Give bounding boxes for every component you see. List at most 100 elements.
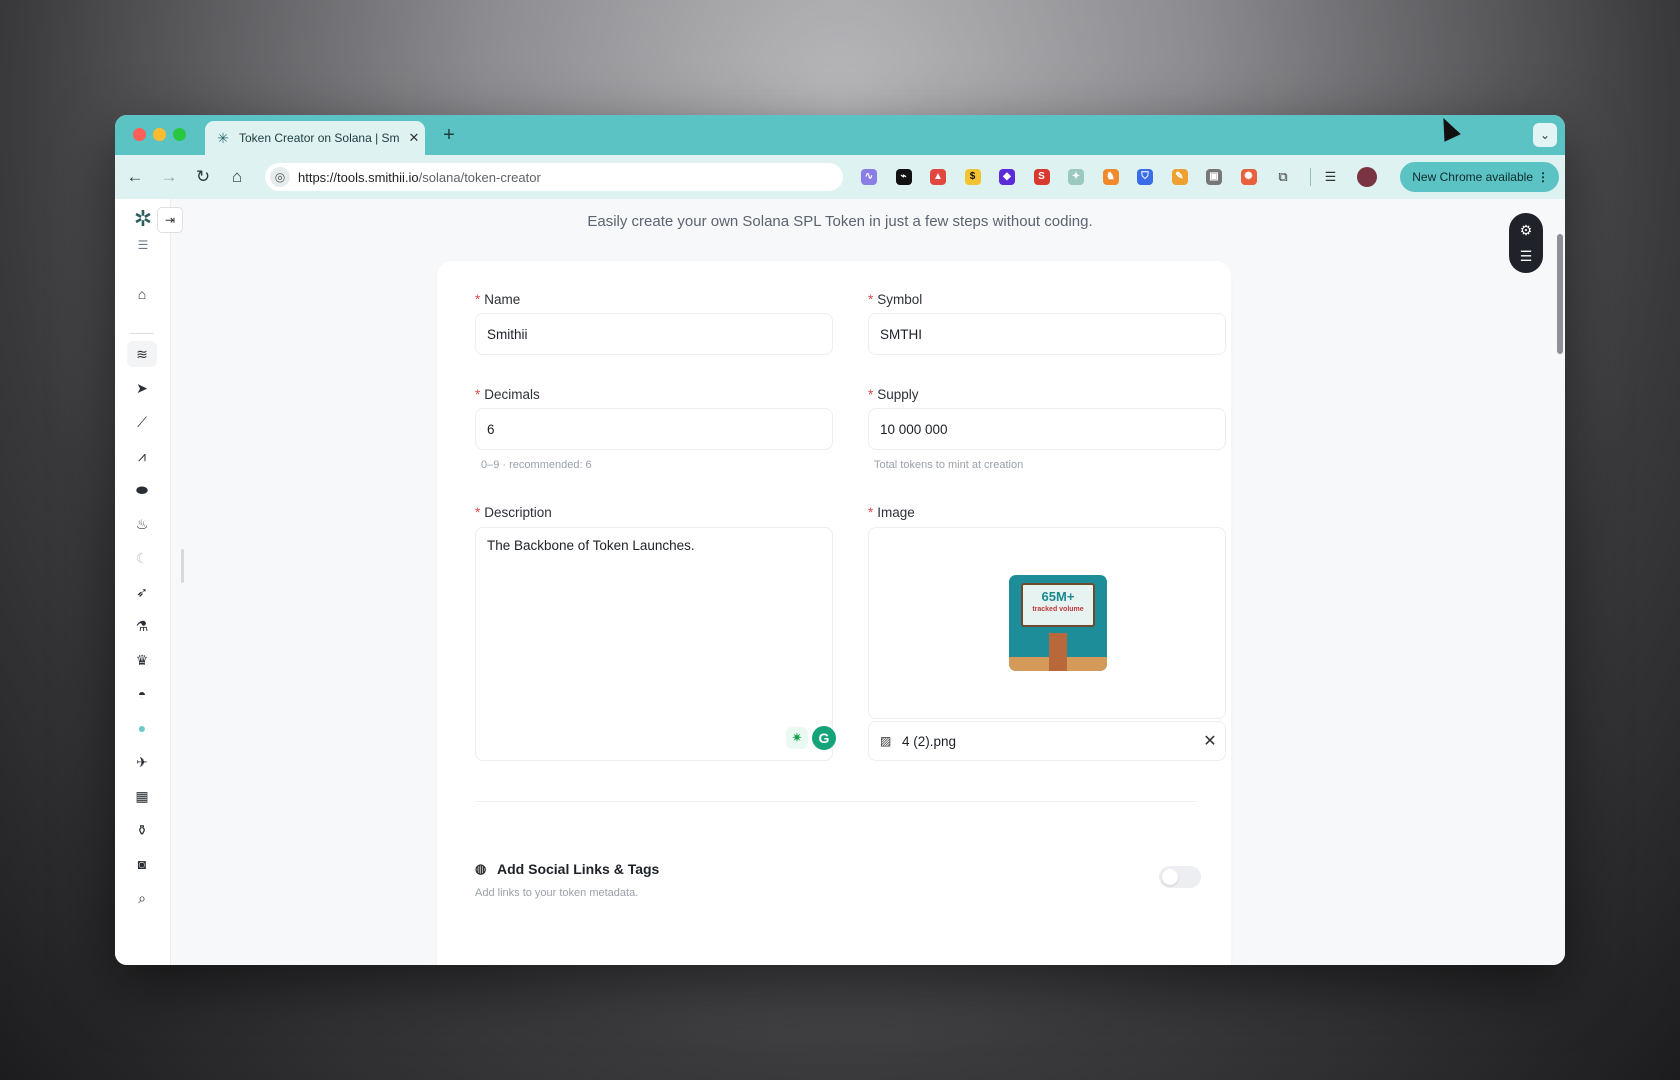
ext-shield-icon[interactable]: ⛉	[1133, 165, 1157, 189]
site-info-icon[interactable]: ◎	[270, 167, 290, 187]
image-dropzone[interactable]: 65M+ tracked volume	[868, 527, 1226, 719]
symbol-input[interactable]: SMTHI	[868, 313, 1226, 355]
ext-burst-icon[interactable]: ✺	[1237, 165, 1261, 189]
app-sidebar: ✲ ☰ ⌂ ≋ ➤ ⟋ ⩘ ⬬ ♨ ☾ ➶ ⚗ ♛ ◓ ● ✈ ▦ ⚱ ◙ ⌕	[115, 199, 171, 965]
extensions-puzzle-icon[interactable]: ⧉	[1271, 165, 1295, 189]
globe-icon: ◍	[475, 861, 487, 876]
forward-arrow-icon[interactable]: →	[157, 165, 181, 189]
tab-search-chevron-icon[interactable]: ⌄	[1533, 123, 1557, 147]
ext-box-icon[interactable]: ▣	[1202, 165, 1226, 189]
toolbar-divider	[1309, 168, 1311, 186]
description-textarea[interactable]: The Backbone of Token Launches. ✷ G	[475, 527, 836, 761]
reading-list-icon[interactable]: ☰	[1319, 165, 1343, 189]
sidebar-pill-icon[interactable]: ⬬	[127, 477, 157, 503]
uploaded-file-row: ▨ 4 (2).png ✕	[868, 721, 1226, 761]
sidebar-rocket-icon[interactable]: ➶	[127, 579, 157, 605]
social-links-title: ◍ Add Social Links & Tags	[475, 861, 659, 877]
description-label: * Description	[475, 505, 552, 520]
token-form-card: * Name Smithii * Symbol SMTHI * Decimals 6 …	[437, 261, 1231, 965]
supply-input[interactable]: 10 000 000	[868, 408, 1226, 450]
minimize-window-button[interactable]	[153, 128, 166, 141]
decimals-label: * Decimals	[475, 387, 540, 402]
required-mark: *	[475, 292, 481, 307]
social-links-title-text: Add Social Links & Tags	[497, 861, 660, 877]
grammarly-widget[interactable]: ✷ G	[786, 724, 840, 752]
social-links-toggle[interactable]	[1159, 866, 1201, 888]
description-text: The Backbone of Token Launches.	[487, 538, 695, 553]
sidebar-crown-icon[interactable]: ♛	[127, 647, 157, 673]
sidebar-calendar-icon[interactable]: ▦	[127, 783, 157, 809]
tab-strip: ✳ Token Creator on Solana | Sm ✕ + ⌄	[115, 115, 1565, 155]
sidebar-moon-icon[interactable]: ☾	[127, 545, 157, 571]
sidebar-send-icon[interactable]: ➤	[127, 375, 157, 401]
ext-pen-icon[interactable]: ✎	[1168, 165, 1192, 189]
address-bar[interactable]: ◎ https://tools.smithii.io/solana/token-…	[265, 163, 843, 191]
supply-label-text: Supply	[877, 387, 919, 402]
supply-label: * Supply	[868, 387, 919, 402]
page-scrollbar[interactable]	[1555, 199, 1565, 965]
symbol-label-text: Symbol	[877, 292, 923, 307]
grammarly-icon[interactable]: G	[812, 726, 836, 750]
extensions-bar: ∿ ⌁ ▲ $ ◆ S ✦ ♞ ⛉ ✎ ▣ ✺ ⧉ ☰	[857, 165, 1377, 189]
ext-diamond-icon[interactable]: ◆	[995, 165, 1019, 189]
sidebar-resize-handle[interactable]	[181, 549, 184, 583]
new-tab-button[interactable]: +	[437, 123, 461, 147]
sidebar-rocket-launch-icon[interactable]: ✈	[127, 749, 157, 775]
ext-fox-icon[interactable]: ♞	[1099, 165, 1123, 189]
decimals-label-text: Decimals	[484, 387, 540, 402]
update-label: New Chrome available	[1412, 170, 1533, 184]
required-mark: *	[868, 387, 874, 402]
social-links-subtitle: Add links to your token metadata.	[475, 887, 639, 899]
ext-dollar-icon[interactable]: $	[961, 165, 985, 189]
image-label-text: Image	[877, 505, 915, 520]
list-menu-icon[interactable]: ☰	[1509, 244, 1543, 268]
browser-toolbar: ← → ↻ ⌂ ◎ https://tools.smithii.io/solan…	[115, 155, 1565, 199]
smithii-logo-icon[interactable]: ✲	[129, 205, 157, 233]
sidebar-database-icon[interactable]: ≋	[127, 341, 157, 367]
required-mark: *	[475, 505, 481, 520]
sidebar-divider	[130, 333, 154, 334]
sidebar-camera-icon[interactable]: ◙	[127, 851, 157, 877]
tab-token-creator[interactable]: ✳ Token Creator on Solana | Sm ✕	[205, 121, 425, 155]
sidebar-flask-icon[interactable]: ⚗	[127, 613, 157, 639]
ext-puzzle-color-icon[interactable]: ✦	[1064, 165, 1088, 189]
sidebar-chart-area-icon[interactable]: ⩘	[127, 443, 157, 469]
sidebar-bottle-icon[interactable]: ⚱	[127, 817, 157, 843]
name-label-text: Name	[484, 292, 521, 307]
toggle-knob	[1162, 869, 1178, 885]
scrollbar-thumb[interactable]	[1557, 234, 1563, 354]
zoom-window-button[interactable]	[173, 128, 186, 141]
back-arrow-icon[interactable]: ←	[123, 165, 147, 189]
close-window-button[interactable]	[133, 128, 146, 141]
new-chrome-available-button[interactable]: New Chrome available ⋮	[1400, 162, 1559, 192]
reload-icon[interactable]: ↻	[191, 165, 215, 189]
uploaded-file-name: 4 (2).png	[902, 733, 957, 749]
ext-square-icon[interactable]: ⌁	[892, 165, 916, 189]
page-subtitle: Easily create your own Solana SPL Token …	[587, 213, 1093, 230]
required-mark: *	[475, 387, 481, 402]
lightbulb-icon[interactable]: ✷	[786, 727, 808, 749]
sidebar-search-icon[interactable]: ⌕	[127, 885, 157, 911]
sidebar-fire-icon[interactable]: ♨	[127, 511, 157, 537]
required-mark: *	[868, 505, 874, 520]
thumbnail-headline: 65M+	[1041, 589, 1075, 604]
menu-lines-icon[interactable]: ☰	[135, 237, 151, 253]
ext-feather-icon[interactable]: ∿	[857, 165, 881, 189]
token-image-thumbnail: 65M+ tracked volume	[1009, 575, 1107, 671]
sidebar-mask-icon[interactable]: ◓	[127, 681, 157, 707]
floating-tools-panel: ⚙ ☰	[1509, 213, 1543, 273]
profile-avatar[interactable]	[1357, 167, 1377, 187]
url-domain: https://tools.smithii.io	[298, 169, 419, 185]
name-input[interactable]: Smithii	[475, 313, 833, 355]
sidebar-home-icon[interactable]: ⌂	[127, 281, 157, 307]
ext-lock-icon[interactable]: ▲	[926, 165, 950, 189]
kebab-menu-icon[interactable]: ⋮	[1537, 162, 1549, 192]
home-icon[interactable]: ⌂	[225, 165, 249, 189]
remove-file-icon[interactable]: ✕	[1195, 731, 1225, 751]
ext-s-icon[interactable]: S	[1030, 165, 1054, 189]
sidebar-chart-line-icon[interactable]: ⟋	[127, 409, 157, 435]
close-tab-icon[interactable]: ✕	[403, 130, 425, 146]
settings-gear-icon[interactable]: ⚙	[1509, 218, 1543, 242]
decimals-input[interactable]: 6	[475, 408, 833, 450]
sidebar-sphere-icon[interactable]: ●	[127, 715, 157, 741]
